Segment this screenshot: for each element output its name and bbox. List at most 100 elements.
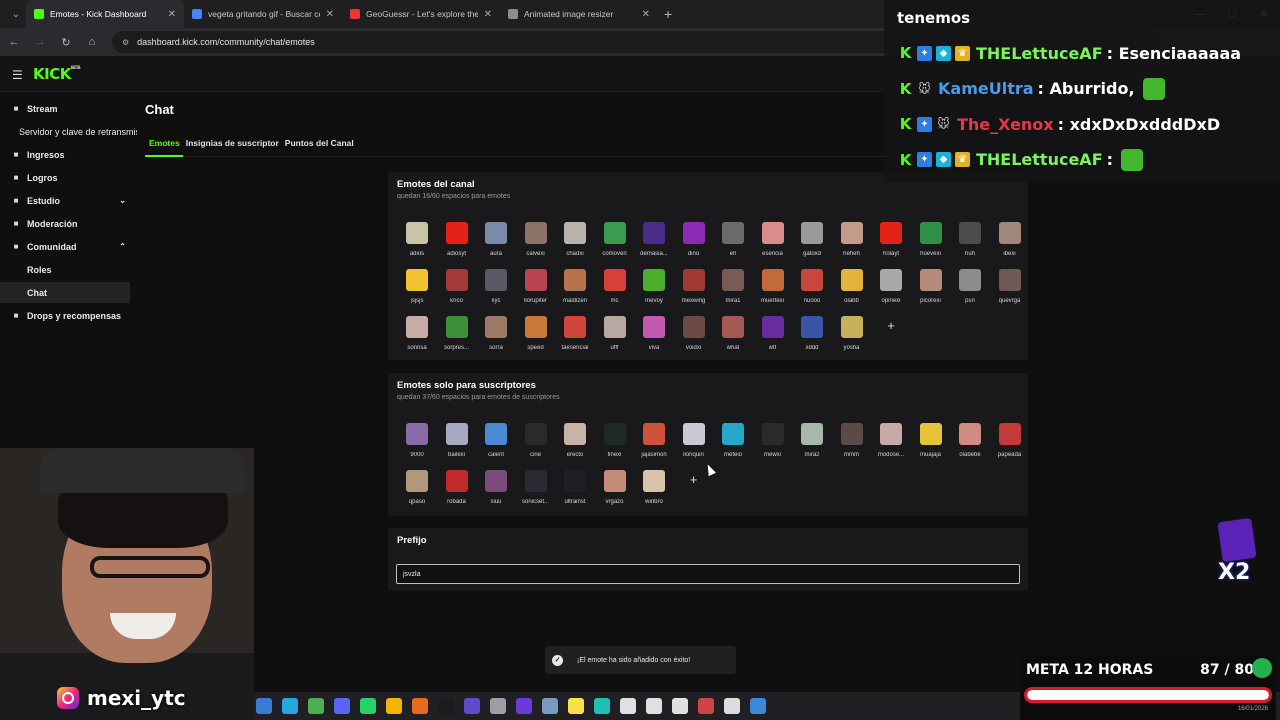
emote-item[interactable]: jsjsjs [397,267,437,313]
emote-item[interactable]: olabebe [950,421,990,467]
emote-item[interactable]: muajaja [911,421,951,467]
emote-item[interactable]: kyc [476,267,516,313]
sidebar-item-moderación[interactable]: ■ Moderación [0,213,140,234]
emote-item[interactable]: speed [516,314,556,360]
emote-item[interactable]: huh [950,220,990,266]
browser-tab[interactable]: GeoGuessr - Let's explore the w ✕ [342,0,500,28]
emote-item[interactable]: adiosyt [437,220,477,266]
kick-logo[interactable]: KICKBETA [33,65,81,83]
emote-item[interactable]: mc [595,267,635,313]
emote-item[interactable]: krico [437,267,477,313]
sidebar-item-servidor[interactable]: Servidor y clave de retransmisión [0,121,140,142]
emote-item[interactable]: maldizen [555,267,595,313]
emote-item[interactable]: gatoxd [792,220,832,266]
emote-item[interactable]: papeada [990,421,1030,467]
menu-icon[interactable]: ☰ [12,68,23,82]
emote-item[interactable]: qpaso [397,468,437,514]
new-tab-button[interactable]: + [664,6,672,22]
emote-item[interactable]: bailexi [437,421,477,467]
sidebar-item-stream[interactable]: ■ Stream [0,98,140,119]
emote-item[interactable]: what [713,314,753,360]
taskbar-app-icon[interactable] [594,698,610,714]
taskbar-app-icon[interactable] [360,698,376,714]
emote-item[interactable]: picorexi [911,267,951,313]
emote-item[interactable]: voidxi [674,314,714,360]
emote-item[interactable]: mexwing [674,267,714,313]
emote-item[interactable]: mira2 [792,421,832,467]
chevron-down-icon[interactable]: ⌄ [119,196,126,205]
emote-item[interactable]: xddd [792,314,832,360]
sidebar-item-ingresos[interactable]: ■ Ingresos [0,144,140,165]
emote-item[interactable]: olabb [832,267,872,313]
emote-item[interactable]: psn [950,267,990,313]
taskbar-app-icon[interactable] [386,698,402,714]
emote-item[interactable]: adios [397,220,437,266]
emote-item[interactable]: heheh [832,220,872,266]
taskbar-app-icon[interactable] [672,698,688,714]
taskbar-app-icon[interactable] [464,698,480,714]
emote-item[interactable]: opinexi [871,267,911,313]
emote-item[interactable]: sonrisa [397,314,437,360]
emote-item[interactable]: sorra [476,314,516,360]
taskbar-app-icon[interactable] [646,698,662,714]
browser-tab[interactable]: Animated image resizer ✕ [500,0,658,28]
emote-item[interactable]: esencia [753,220,793,266]
taskbar-app-icon[interactable] [438,698,454,714]
taskbar-app-icon[interactable] [620,698,636,714]
sidebar-item-roles[interactable]: Roles [0,259,140,280]
emote-item[interactable]: siuu [476,468,516,514]
emote-item[interactable]: ibexi [990,220,1030,266]
taskbar-app-icon[interactable] [282,698,298,714]
taskbar-app-icon[interactable] [412,698,428,714]
back-icon[interactable]: ← [8,36,20,48]
emote-item[interactable]: chadxi [555,220,595,266]
tab-search-icon[interactable]: ⌄ [6,9,26,20]
sidebar-item-drops[interactable]: ■ Drops y recompensas [0,305,140,326]
emote-item[interactable]: huevexi [911,220,951,266]
emote-item[interactable]: comoven [595,220,635,266]
sidebar-item-comunidad[interactable]: ■ Comunidad ⌃ [0,236,140,257]
emote-item[interactable]: mira1 [713,267,753,313]
tab-close-icon[interactable]: ✕ [642,9,650,20]
taskbar-app-icon[interactable] [724,698,740,714]
emote-item[interactable]: nuooo [792,267,832,313]
emote-item[interactable]: mevoy [634,267,674,313]
forward-icon[interactable]: → [34,36,46,48]
prefix-input[interactable]: jsvzla [396,564,1020,584]
emote-item[interactable]: cine [516,421,556,467]
emote-item[interactable]: robada [437,468,477,514]
sidebar-item-chat[interactable]: Chat [0,282,130,303]
tab-close-icon[interactable]: ✕ [168,9,176,20]
tab-close-icon[interactable]: ✕ [484,9,492,20]
chevron-up-icon[interactable]: ⌃ [119,242,126,251]
emote-item[interactable]: ultrainst [555,468,595,514]
taskbar-app-icon[interactable] [490,698,506,714]
emote-item[interactable]: demasia... [634,220,674,266]
emote-item[interactable]: finexi [595,421,635,467]
emote-item[interactable]: modose... [871,421,911,467]
home-icon[interactable]: ⌂ [86,36,98,48]
emote-item[interactable]: dino [674,220,714,266]
add-emote-button[interactable]: + [880,318,902,333]
emote-item[interactable]: wtf [753,314,793,360]
taskbar-app-icon[interactable] [698,698,714,714]
emote-item[interactable]: mmm [832,421,872,467]
taskbar-app-icon[interactable] [516,698,532,714]
tab-puntos[interactable]: Puntos del Canal [285,138,354,148]
browser-tab[interactable]: Emotes - Kick Dashboard ✕ [26,0,184,28]
taskbar-app-icon[interactable] [256,698,272,714]
add-emote-button[interactable]: + [683,472,705,487]
sidebar-item-estudio[interactable]: ■ Estudio ⌄ [0,190,140,211]
emote-item[interactable]: viva [634,314,674,360]
emote-item[interactable]: ufff [595,314,635,360]
emote-item[interactable]: meteio [713,421,753,467]
tab-insignias[interactable]: Insignias de suscriptor [186,138,279,148]
emote-item[interactable]: holayt [871,220,911,266]
emote-item[interactable]: eh [713,220,753,266]
browser-tab[interactable]: vegeta gritando gif - Buscar con ✕ [184,0,342,28]
taskbar-app-icon[interactable] [308,698,324,714]
tab-emotes[interactable]: Emotes [149,138,180,148]
emote-item[interactable]: erecto [555,421,595,467]
emote-item[interactable]: lloriquin [674,421,714,467]
emote-item[interactable]: sorpres... [437,314,477,360]
